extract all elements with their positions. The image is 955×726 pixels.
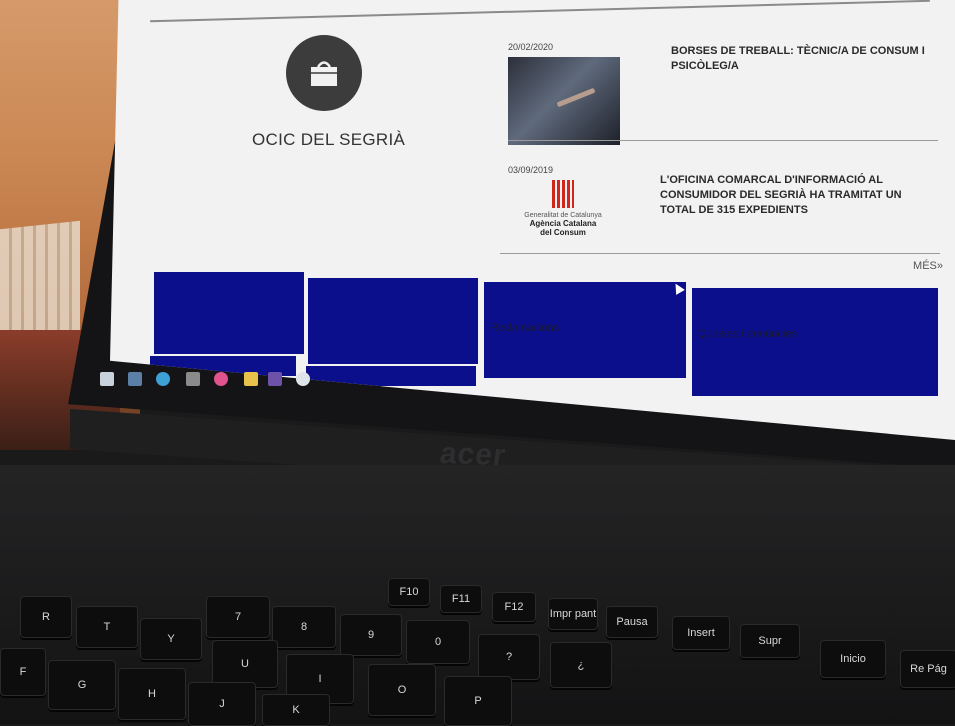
keyboard-key[interactable]: O [368,664,436,716]
tile-queixes[interactable]: Queixes i denúncies [692,288,938,396]
more-link[interactable]: MÉS» [913,260,943,272]
keyboard-key[interactable]: Supr [740,624,800,658]
keyboard-key[interactable]: 0 [406,620,470,664]
news-thumbnail[interactable] [508,57,620,145]
taskbar-app-icon[interactable] [214,372,228,386]
senyera-icon [552,180,574,208]
keyboard-key[interactable]: K [262,694,330,726]
radiator [0,220,80,340]
keyboard-key[interactable]: 9 [340,614,402,656]
keyboard-key[interactable]: Y [140,618,202,660]
keyboard-key[interactable]: Inicio [820,640,886,678]
taskbar-app-icon[interactable] [296,372,310,386]
keyboard-key[interactable]: ? [478,634,540,680]
windows-start-icon[interactable] [100,372,114,386]
keyboard-key[interactable]: 7 [206,596,270,638]
keyboard-key[interactable]: ¿ [550,642,612,688]
tile-1[interactable] [154,272,304,354]
taskbar-app-icon[interactable] [186,372,200,386]
keyboard-key[interactable]: F [0,648,46,696]
gencat-logo[interactable]: Generalitat de Catalunya Agència Catalan… [508,180,618,250]
keyboard-key[interactable]: R [20,596,72,638]
tile-reclamacions[interactable]: Reclamacions [484,282,686,378]
keyboard-key[interactable]: F12 [492,592,536,622]
keyboard-key[interactable]: G [48,660,116,710]
keyboard-key[interactable]: J [188,682,256,726]
shopping-bag-icon[interactable] [286,35,362,111]
taskbar-app-icon[interactable] [244,372,258,386]
keyboard-key[interactable]: Impr pant [548,598,598,630]
keyboard-key[interactable]: Re Pág [900,650,955,688]
edge-browser-icon[interactable] [156,372,170,386]
news-headline[interactable]: L'OFICINA COMARCAL D'INFORMACIÓ AL CONSU… [660,173,930,218]
news-headline[interactable]: BORSES DE TREBALL: TÈCNIC/A DE CONSUM I … [671,44,941,74]
news-divider [508,140,938,141]
news-divider [500,253,940,254]
news-date: 03/09/2019 [508,165,554,175]
keyboard-key[interactable]: F11 [440,585,482,613]
keyboard-key[interactable]: Pausa [606,606,658,638]
keyboard-key[interactable]: T [76,606,138,648]
taskbar-app-icon[interactable] [268,372,282,386]
keyboard-key[interactable]: U [212,640,278,688]
taskbar-app-icon[interactable] [128,372,142,386]
keyboard-key[interactable]: 8 [272,606,336,648]
header-divider [150,0,930,23]
site-title[interactable]: OCIC DEL SEGRIÀ [252,130,405,150]
tile-2[interactable] [308,278,478,364]
keyboard-key[interactable]: Insert [672,616,730,650]
news-date: 20/02/2020 [508,42,554,52]
keyboard-key[interactable]: F10 [388,578,430,606]
keyboard-key[interactable]: H [118,668,186,720]
keyboard-key[interactable]: P [444,676,512,726]
